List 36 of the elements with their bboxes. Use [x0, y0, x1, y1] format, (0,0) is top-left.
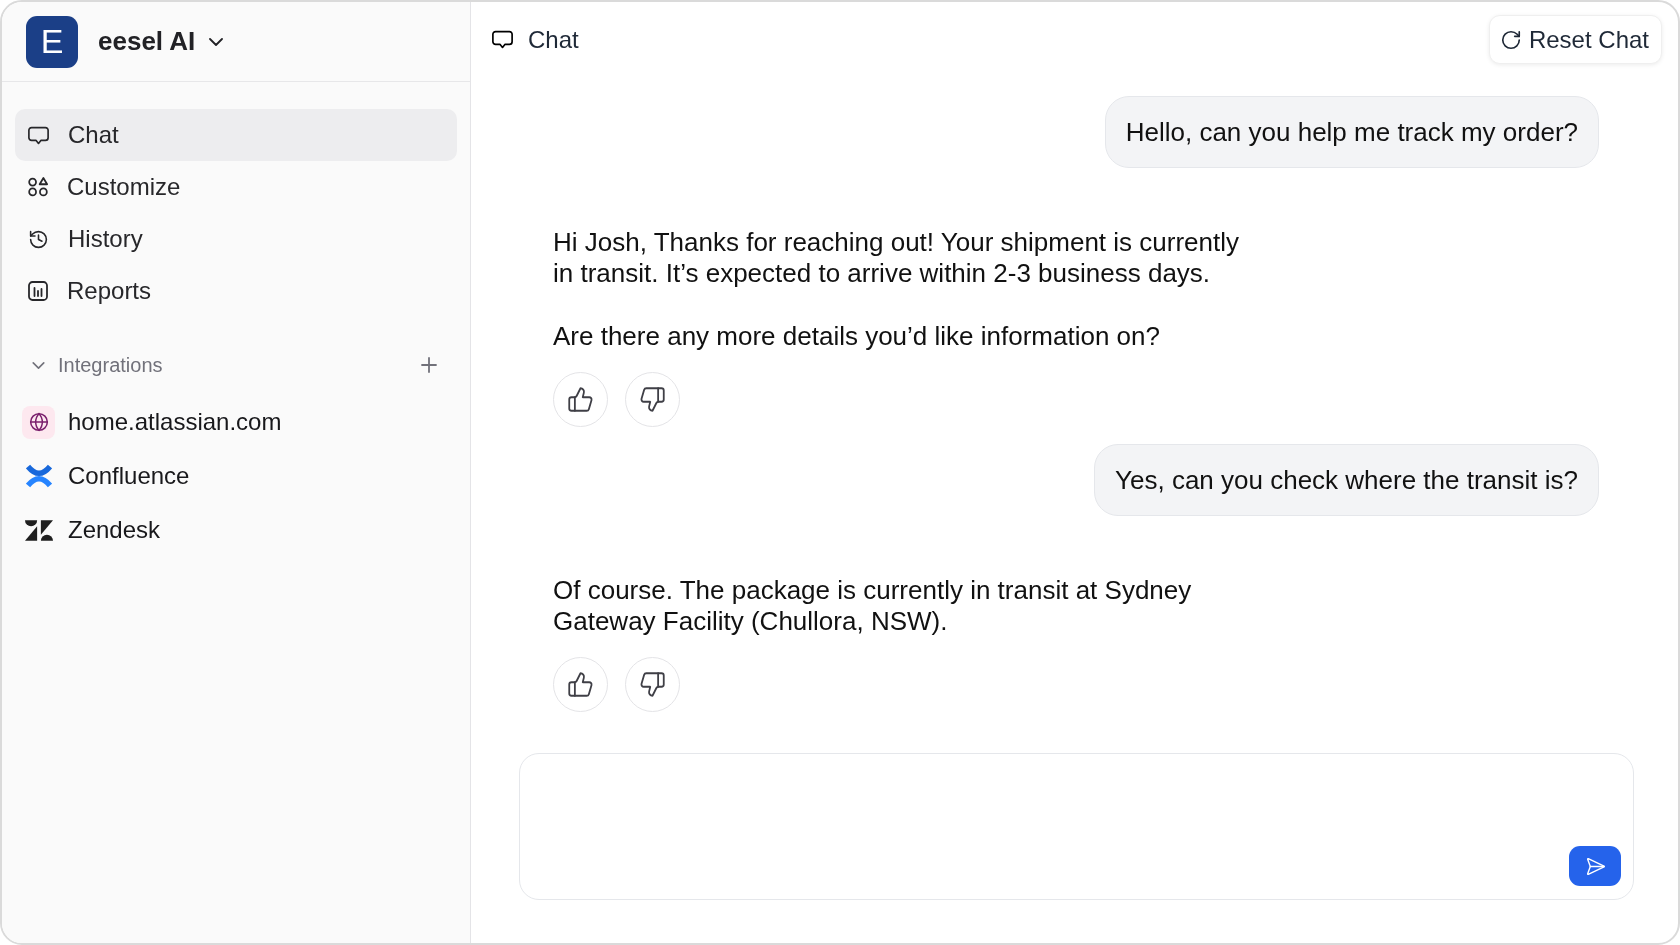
message-input[interactable]: [519, 753, 1634, 900]
thumbs-down-icon: [639, 386, 666, 413]
integrations-toggle[interactable]: Integrations: [32, 353, 163, 377]
add-integration-button[interactable]: [418, 354, 440, 376]
chat-bubble-icon: [28, 125, 49, 145]
rotate-icon: [1499, 28, 1522, 51]
send-icon: [1584, 855, 1606, 877]
thumbs-up-icon: [567, 386, 594, 413]
reset-chat-button[interactable]: Reset Chat: [1488, 15, 1662, 64]
nav-item[interactable]: Customize: [15, 161, 457, 213]
send-button[interactable]: [1569, 846, 1621, 886]
zendesk-logo-icon: [24, 519, 53, 541]
bot-message: Of course. The package is currently in transit at Sydney Gateway Facility (Chullora, NSW).: [553, 575, 1193, 637]
thumbs-down-icon: [639, 671, 666, 698]
workspace-switcher[interactable]: eesel AI: [98, 26, 224, 57]
bot-message: Hi Josh, Thanks for reaching out! Your shipment is currently in transit. It’s expected to arrive within 2-3 business days.: [553, 227, 1240, 289]
user-message: Hello, can you help me track my order?: [1104, 96, 1599, 168]
workspace-logo: E: [26, 15, 78, 68]
user-message: Yes, can you check where the transit is?: [1094, 444, 1599, 516]
thumbs-up-icon: [567, 671, 594, 698]
integration-item[interactable]: Confluence: [15, 449, 457, 503]
history-icon: [28, 228, 49, 250]
nav-item[interactable]: Reports: [15, 265, 457, 317]
integration-item[interactable]: home.atlassian.com: [15, 395, 457, 449]
chat-title: Chat: [528, 25, 579, 54]
chevron-down-icon: [209, 37, 224, 46]
chat-bubble-icon: [492, 30, 513, 49]
integration-item[interactable]: Zendesk: [15, 503, 457, 557]
shapes-icon: [28, 177, 48, 197]
globe-icon: [22, 405, 55, 439]
confluence-logo-icon: [25, 463, 52, 489]
bot-message: Are there any more details you’d like information on?: [553, 321, 1161, 352]
plus-icon: [421, 357, 437, 373]
nav-item[interactable]: Chat: [15, 109, 457, 161]
nav-item[interactable]: History: [15, 213, 457, 265]
bar-chart-icon: [28, 281, 48, 301]
